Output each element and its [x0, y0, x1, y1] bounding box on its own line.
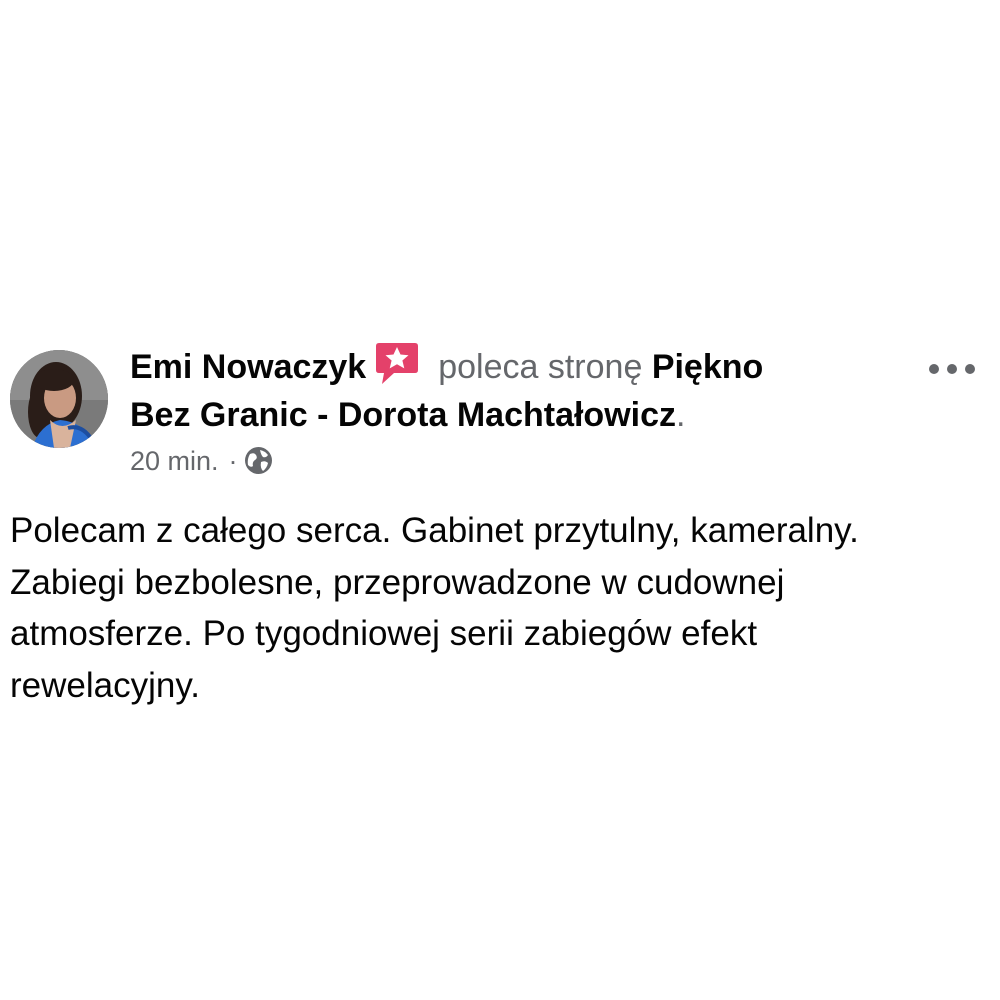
body-line: Polecam z całego serca. Gabinet przytuln… [10, 511, 859, 550]
post-header: Emi Nowaczyk poleca stronę Piękno Bez Gra… [130, 341, 890, 439]
header-period: . [676, 396, 686, 434]
meta-separator: · [228, 446, 238, 476]
more-options-button[interactable] [926, 356, 978, 382]
author-name[interactable]: Emi Nowaczyk [130, 348, 366, 386]
timestamp[interactable]: 20 min. [130, 446, 219, 476]
post-meta: 20 min. · [130, 443, 273, 479]
body-line: rewelacyjny. [10, 665, 200, 705]
avatar-image [10, 350, 108, 448]
header-line-2: Bez Granic - Dorota Machtałowicz. [130, 391, 890, 439]
recommendation-star-icon [374, 341, 420, 387]
page-name-link-continued[interactable]: Bez Granic - Dorota Machtałowicz [130, 396, 676, 434]
avatar[interactable] [10, 350, 108, 448]
action-text: poleca stronę [438, 348, 643, 386]
body-line: Zabiegi bezbolesne, przeprowadzone w cud… [10, 562, 785, 602]
page-name-link[interactable]: Piękno [652, 348, 763, 386]
post-body: Polecam z całego serca. Gabinet przytuln… [10, 505, 990, 711]
header-line-1: Emi Nowaczyk poleca stronę Piękno [130, 341, 890, 391]
globe-icon[interactable] [244, 446, 273, 475]
recommendation-post: Emi Nowaczyk poleca stronę Piękno Bez Gra… [0, 0, 1000, 1000]
body-line: atmosferze. Po tygodniowej serii zabiegó… [10, 614, 758, 653]
more-options-icon [929, 364, 975, 374]
